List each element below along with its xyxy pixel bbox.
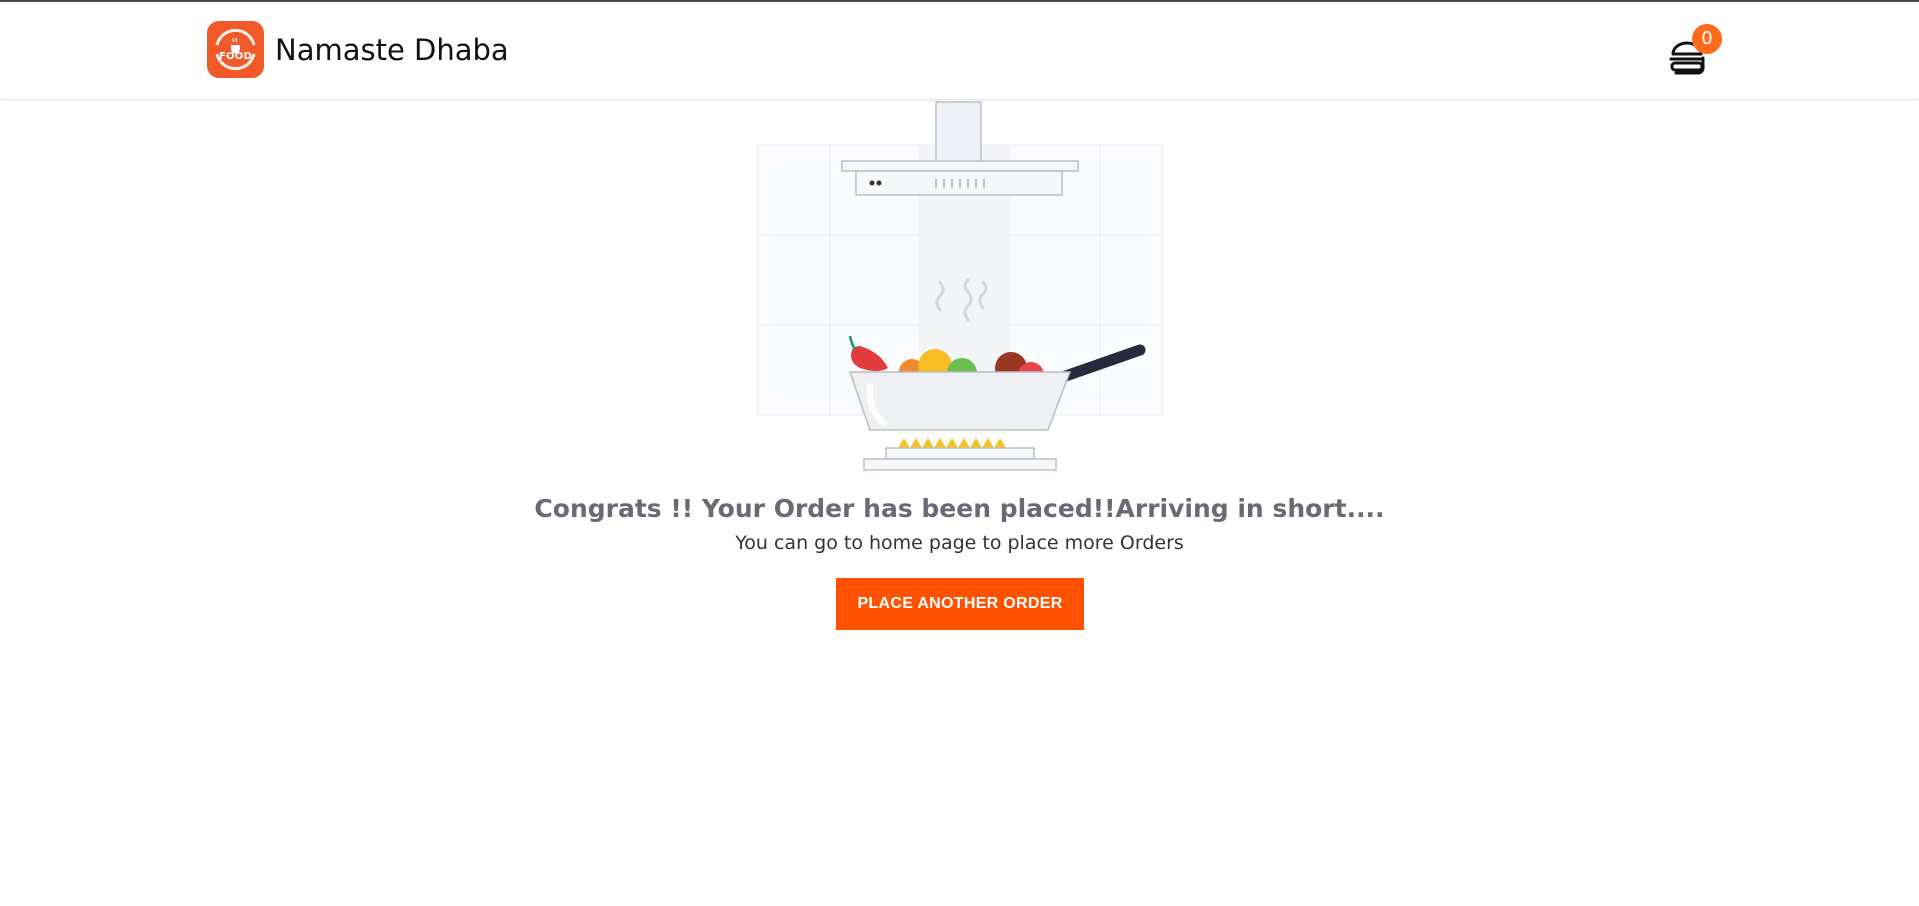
cooking-illustration <box>740 100 1180 475</box>
place-another-order-button[interactable]: PLACE ANOTHER ORDER <box>836 578 1084 630</box>
brand-home-link[interactable]: FOOD Namaste Dhaba <box>207 21 509 78</box>
food-logo-icon: FOOD <box>207 21 264 78</box>
cart-count-badge: 0 <box>1692 24 1722 54</box>
order-confirmation-subtext: You can go to home page to place more Or… <box>735 532 1184 554</box>
site-header: FOOD Namaste Dhaba 0 <box>0 2 1919 100</box>
brand-name: Namaste Dhaba <box>275 32 509 67</box>
order-confirmation-heading: Congrats !! Your Order has been placed!!… <box>534 494 1385 523</box>
cart-button[interactable]: 0 <box>1665 24 1725 75</box>
logo-text: FOOD <box>219 51 252 62</box>
